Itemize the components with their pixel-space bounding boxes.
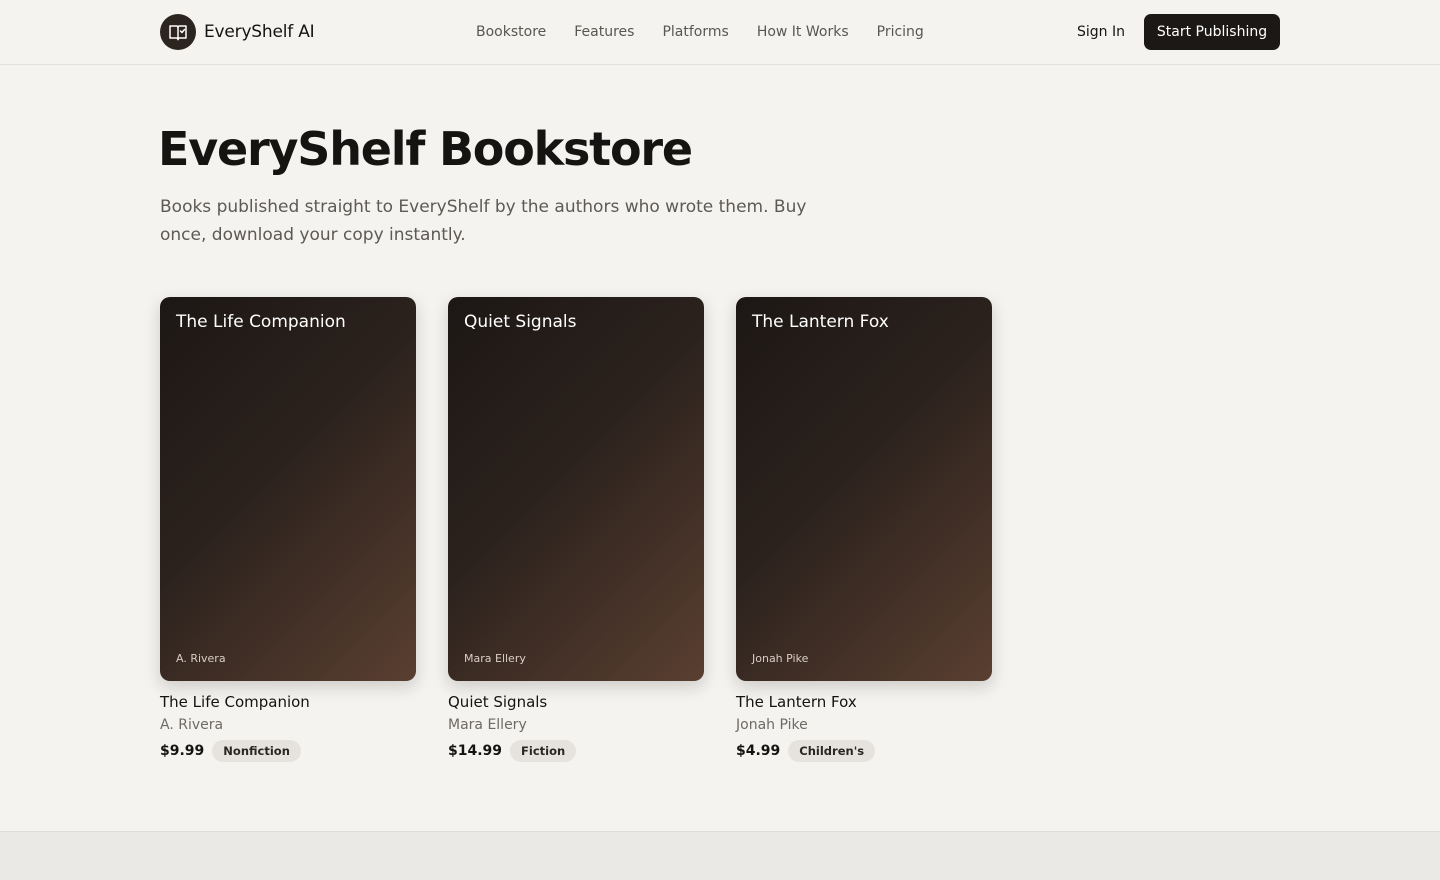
book-card: Quiet Signals Mara Ellery Quiet Signals … [448,297,704,762]
nav-link-pricing[interactable]: Pricing [877,24,924,40]
book-card: The Life Companion A. Rivera The Life Co… [160,297,416,762]
book-meta: $14.99 Fiction [448,740,704,762]
nav-link-features[interactable]: Features [574,24,634,40]
book-author: Jonah Pike [736,717,808,733]
cover-title: The Lantern Fox [752,312,889,332]
category-badge: Fiction [510,740,577,762]
page-title: EveryShelf Bookstore [158,122,693,176]
open-book-check-icon [160,14,196,50]
brand-name: EveryShelf AI [204,22,315,42]
cover-author: A. Rivera [176,652,226,665]
book-price: $4.99 [736,743,781,759]
book-price: $9.99 [160,743,205,759]
book-cover[interactable]: Quiet Signals Mara Ellery [448,297,704,681]
nav-link-bookstore[interactable]: Bookstore [476,24,546,40]
book-cover[interactable]: The Lantern Fox Jonah Pike [736,297,992,681]
start-publishing-button[interactable]: Start Publishing [1144,14,1280,50]
book-card: The Lantern Fox Jonah Pike The Lantern F… [736,297,992,762]
category-badge: Children's [788,740,876,762]
footer-band [0,831,1440,880]
cover-author: Mara Ellery [464,652,526,665]
site-header: EveryShelf AI Bookstore Features Platfor… [0,0,1440,65]
nav-link-platforms[interactable]: Platforms [662,24,728,40]
nav-link-how-it-works[interactable]: How It Works [757,24,849,40]
category-badge: Nonfiction [212,740,301,762]
book-price: $14.99 [448,743,503,759]
sign-in-link[interactable]: Sign In [1077,20,1125,44]
book-cover[interactable]: The Life Companion A. Rivera [160,297,416,681]
book-meta: $9.99 Nonfiction [160,740,416,762]
book-author: A. Rivera [160,717,224,733]
book-meta: $4.99 Children's [736,740,992,762]
cover-title: The Life Companion [176,312,346,332]
cover-title: Quiet Signals [464,312,577,332]
main-nav: Bookstore Features Platforms How It Work… [476,20,924,44]
book-title[interactable]: The Lantern Fox [736,693,992,711]
brand[interactable]: EveryShelf AI [160,14,315,50]
book-title[interactable]: The Life Companion [160,693,416,711]
cover-author: Jonah Pike [752,652,809,665]
page-subtitle: Books published straight to EveryShelf b… [160,197,807,245]
book-title[interactable]: Quiet Signals [448,693,704,711]
book-author: Mara Ellery [448,717,527,733]
